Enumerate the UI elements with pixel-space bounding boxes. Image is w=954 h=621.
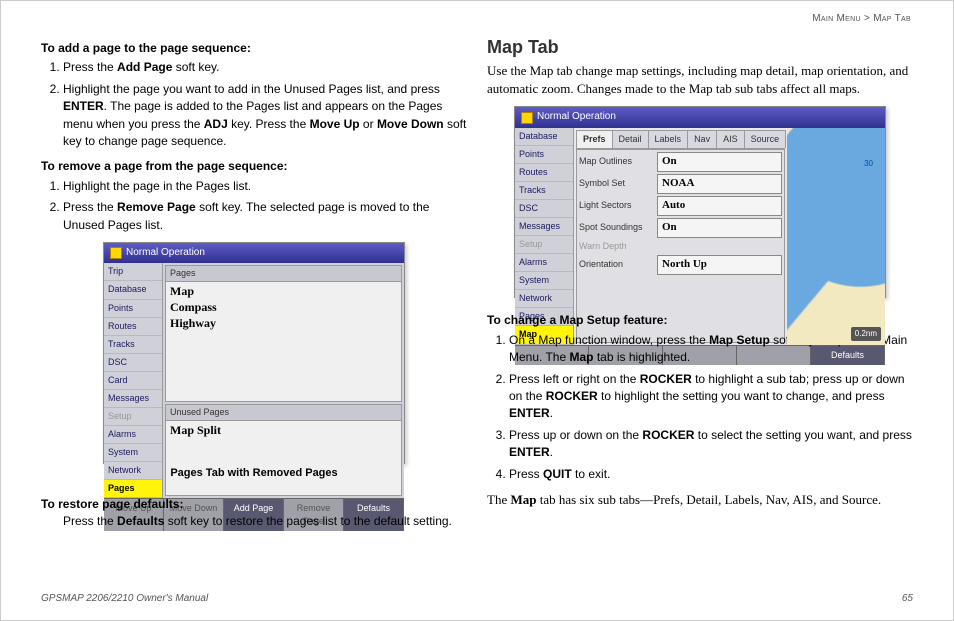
sidebar-item-card[interactable]: Card	[104, 372, 162, 390]
sidebar-item-routes[interactable]: Routes	[104, 318, 162, 336]
list-item[interactable]: Map Split	[170, 423, 397, 439]
footer-page: 65	[902, 593, 913, 604]
sidebar-item-network[interactable]: Network	[515, 290, 573, 308]
remove-step-2: Press the Remove Page soft key. The sele…	[63, 199, 467, 234]
setting-value[interactable]: NOAA	[657, 174, 782, 194]
breadcrumb-left: Main Menu	[812, 13, 861, 24]
subtab-prefs[interactable]: Prefs	[576, 130, 613, 148]
map-tab-last: The Map tab has six sub tabs—Prefs, Deta…	[487, 491, 913, 509]
window-icon	[110, 247, 122, 259]
sidebar-item-tracks[interactable]: Tracks	[515, 182, 573, 200]
sidebar-item-setup[interactable]: Setup	[104, 408, 162, 426]
sidebar-item-database[interactable]: Database	[104, 281, 162, 299]
list-item[interactable]: Compass	[170, 300, 397, 316]
sidebar-item-database[interactable]: Database	[515, 128, 573, 146]
sidebar-item-points[interactable]: Points	[104, 300, 162, 318]
remove-steps: Highlight the page in the Pages list. Pr…	[41, 178, 467, 234]
page-footer: GPSMAP 2206/2210 Owner's Manual 65	[41, 593, 913, 604]
add-steps: Press the Add Page soft key. Highlight t…	[41, 59, 467, 150]
list-item[interactable]: Highway	[170, 316, 397, 332]
change-step-4: Press QUIT to exit.	[509, 466, 913, 483]
window-title: Normal Operation	[126, 246, 205, 261]
change-step-3: Press up or down on the ROCKER to select…	[509, 427, 913, 462]
setting-label: Symbol Set	[579, 177, 657, 190]
subtab-detail[interactable]: Detail	[612, 130, 649, 148]
setting-value[interactable]: North Up	[657, 255, 782, 275]
remove-head: To remove a page from the page sequence:	[41, 158, 467, 175]
subtab-labels[interactable]: Labels	[648, 130, 689, 148]
breadcrumb-sep: >	[864, 13, 870, 24]
restore-body: Press the Defaults soft key to restore t…	[63, 513, 467, 530]
setting-label: Map Outlines	[579, 155, 657, 168]
pages-panel-head: Pages	[166, 266, 401, 282]
sidebar-item-messages[interactable]: Messages	[104, 390, 162, 408]
setting-value[interactable]: On	[657, 152, 782, 172]
setting-row-map-outlines: Map OutlinesOn	[579, 152, 782, 172]
add-head: To add a page to the page sequence:	[41, 40, 467, 57]
map-tab-title: Map Tab	[487, 34, 913, 60]
add-step-1: Press the Add Page soft key.	[63, 59, 467, 76]
pages-tab-screenshot: Normal Operation TripDatabasePointsRoute…	[103, 242, 405, 464]
sidebar-item-alarms[interactable]: Alarms	[515, 254, 573, 272]
sidebar-item-messages[interactable]: Messages	[515, 218, 573, 236]
subtab-nav[interactable]: Nav	[687, 130, 717, 148]
side-tab-list: TripDatabasePointsRoutesTracksDSCCardMes…	[104, 263, 163, 498]
remove-step-1: Highlight the page in the Pages list.	[63, 178, 467, 195]
subtab-row: PrefsDetailLabelsNavAISSource	[576, 130, 785, 149]
sidebar-item-network[interactable]: Network	[104, 462, 162, 480]
subtab-source[interactable]: Source	[744, 130, 787, 148]
sidebar-item-dsc[interactable]: DSC	[104, 354, 162, 372]
setting-label: Light Sectors	[579, 199, 657, 212]
map-tab-intro: Use the Map tab change map settings, inc…	[487, 62, 913, 98]
sidebar-item-setup[interactable]: Setup	[515, 236, 573, 254]
unused-list: Map Split	[166, 421, 401, 495]
breadcrumb-right: Map Tab	[873, 13, 911, 24]
sidebar-item-routes[interactable]: Routes	[515, 164, 573, 182]
pages-list: MapCompassHighway	[166, 282, 401, 401]
map-tab-screenshot: Normal Operation DatabasePointsRoutesTra…	[514, 106, 886, 298]
setting-label: Orientation	[579, 258, 657, 271]
footer-manual: GPSMAP 2206/2210 Owner's Manual	[41, 593, 208, 604]
setting-row-symbol-set: Symbol SetNOAA	[579, 174, 782, 194]
window-titlebar: Normal Operation	[515, 107, 885, 128]
map-preview: 30 0.2nm	[787, 128, 885, 345]
setting-row-warn-depth: Warn Depth	[579, 240, 782, 253]
setting-row-orientation: OrientationNorth Up	[579, 255, 782, 275]
right-column: Map Tab Use the Map tab change map setti…	[487, 34, 913, 531]
left-column: To add a page to the page sequence: Pres…	[41, 34, 467, 531]
pages-panel: Pages MapCompassHighway	[165, 265, 402, 402]
map-scale: 0.2nm	[851, 327, 881, 341]
setting-row-spot-soundings: Spot SoundingsOn	[579, 218, 782, 238]
add-step-2: Highlight the page you want to add in th…	[63, 81, 467, 151]
sidebar-item-system[interactable]: System	[515, 272, 573, 290]
subtab-ais[interactable]: AIS	[716, 130, 745, 148]
manual-page: Main Menu > Map Tab To add a page to the…	[0, 0, 954, 621]
window-titlebar: Normal Operation	[104, 243, 404, 264]
sidebar-item-dsc[interactable]: DSC	[515, 200, 573, 218]
change-step-2: Press left or right on the ROCKER to hig…	[509, 371, 913, 423]
sidebar-item-system[interactable]: System	[104, 444, 162, 462]
list-item[interactable]: Map	[170, 284, 397, 300]
setting-value[interactable]: On	[657, 218, 782, 238]
sidebar-item-alarms[interactable]: Alarms	[104, 426, 162, 444]
setting-label: Spot Soundings	[579, 221, 657, 234]
sidebar-item-trip[interactable]: Trip	[104, 263, 162, 281]
unused-panel: Unused Pages Map Split	[165, 404, 402, 496]
setting-label: Warn Depth	[579, 240, 657, 253]
sounding: 30	[864, 158, 873, 170]
window-title: Normal Operation	[537, 110, 616, 125]
sidebar-item-points[interactable]: Points	[515, 146, 573, 164]
window-icon	[521, 112, 533, 124]
breadcrumb: Main Menu > Map Tab	[812, 13, 911, 24]
unused-panel-head: Unused Pages	[166, 405, 401, 421]
setting-value[interactable]: Auto	[657, 196, 782, 216]
setting-row-light-sectors: Light SectorsAuto	[579, 196, 782, 216]
sidebar-item-tracks[interactable]: Tracks	[104, 336, 162, 354]
